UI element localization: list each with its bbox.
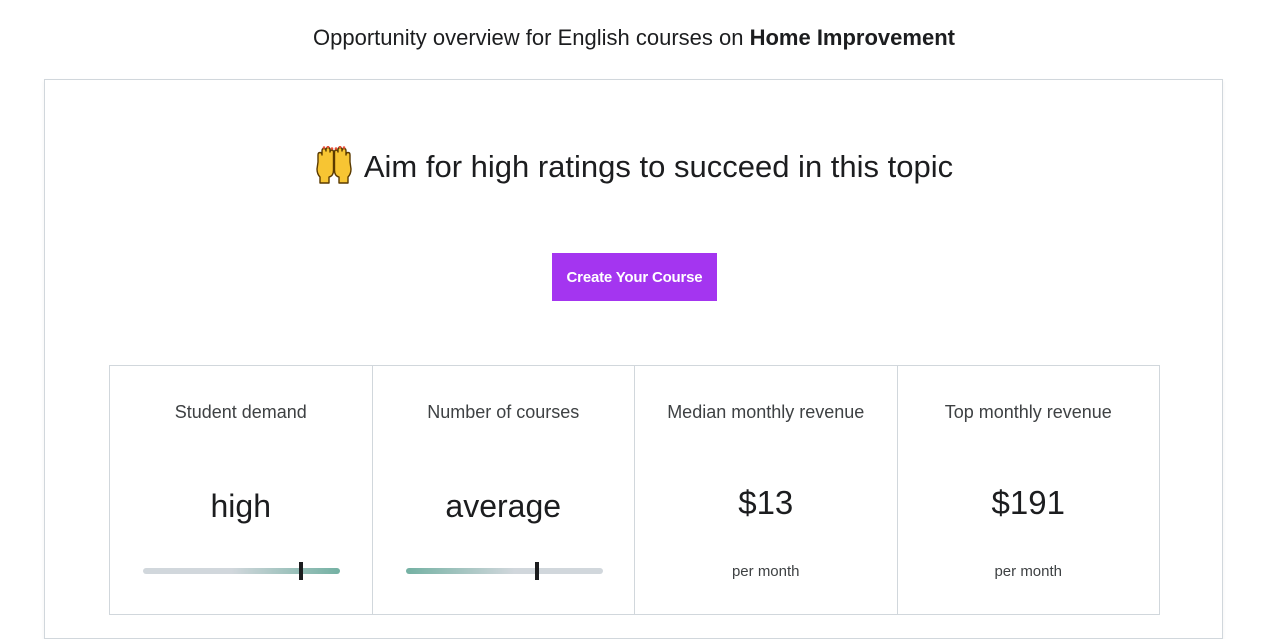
stats-grid: Student demand high Number of courses av… bbox=[109, 365, 1160, 615]
stat-label: Number of courses bbox=[427, 402, 580, 422]
stat-label: Top monthly revenue bbox=[944, 402, 1112, 422]
stat-value: high bbox=[210, 488, 272, 524]
demand-meter-marker bbox=[298, 562, 303, 580]
stat-student-demand: Student demand high bbox=[110, 366, 373, 614]
stat-number-of-courses: Number of courses average bbox=[373, 366, 635, 614]
stat-value: $13 bbox=[738, 484, 794, 521]
stat-label: Median monthly revenue bbox=[667, 402, 865, 422]
opportunity-card: Aim for high ratings to succeed in this … bbox=[44, 79, 1223, 639]
topic-name: Home Improvement bbox=[749, 25, 955, 50]
stat-sublabel: per month bbox=[731, 563, 800, 580]
headline: Aim for high ratings to succeed in this … bbox=[45, 146, 1222, 187]
stat-label: Student demand bbox=[174, 402, 307, 422]
stat-median-monthly-revenue: Median monthly revenue $13 per month bbox=[635, 366, 898, 614]
stat-value: average bbox=[445, 488, 562, 524]
demand-meter bbox=[143, 562, 340, 580]
create-course-button[interactable]: Create Your Course bbox=[552, 253, 717, 301]
stat-value: $191 bbox=[991, 484, 1065, 521]
courses-meter bbox=[405, 562, 603, 580]
raising-hands-icon bbox=[316, 146, 352, 184]
page-title: Opportunity overview for English courses… bbox=[0, 24, 1268, 52]
stat-sublabel: per month bbox=[994, 563, 1063, 580]
page-title-prefix: Opportunity overview for English courses… bbox=[313, 25, 750, 50]
headline-text: Aim for high ratings to succeed in this … bbox=[363, 149, 954, 184]
courses-meter-marker bbox=[535, 562, 540, 580]
stat-top-monthly-revenue: Top monthly revenue $191 per month bbox=[898, 366, 1160, 614]
